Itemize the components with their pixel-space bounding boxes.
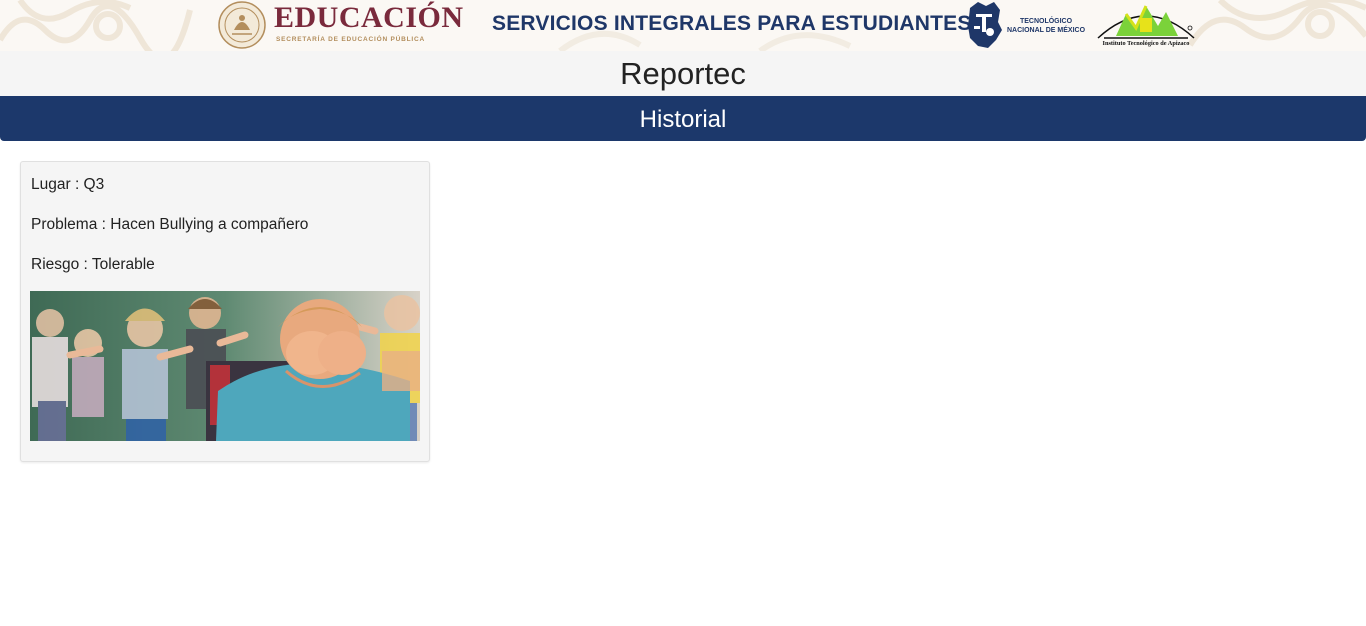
app-title-bar: Reportec: [0, 51, 1366, 96]
report-riesgo: Riesgo : Tolerable: [31, 256, 155, 273]
services-title: SERVICIOS INTEGRALES PARA ESTUDIANTES: [492, 12, 972, 35]
section-header: Historial: [0, 96, 1366, 141]
report-photo: [30, 291, 420, 441]
report-lugar: Lugar : Q3: [31, 176, 105, 193]
apizaco-name: Instituto Tecnológico de Apizaco: [1102, 40, 1190, 47]
mexico-seal-icon: [218, 1, 266, 49]
report-card: Lugar : Q3 Problema : Hacen Bullying a c…: [20, 161, 430, 462]
institutional-banner: EDUCACIÓN SECRETARÍA DE EDUCACIÓN PÚBLIC…: [0, 0, 1366, 51]
tecnm-text: TECNOLÓGICO NACIONAL DE MÉXICO: [1006, 17, 1086, 35]
report-photo-illustration: [30, 291, 420, 441]
sep-subtitle: SECRETARÍA DE EDUCACIÓN PÚBLICA: [276, 36, 426, 43]
tecnm-emblem-icon: [968, 2, 1002, 48]
app-title: Reportec: [620, 56, 746, 91]
report-problema: Problema : Hacen Bullying a compañero: [31, 216, 309, 233]
tecnm-line1: TECNOLÓGICO: [1019, 18, 1073, 25]
sep-title: EDUCACIÓN: [274, 1, 464, 34]
apizaco-logo: Instituto Tecnológico de Apizaco: [1096, 0, 1196, 51]
apizaco-emblem-icon: [1097, 5, 1195, 39]
tecnm-line2: NACIONAL DE MÉXICO: [1006, 27, 1086, 34]
sep-logo: EDUCACIÓN SECRETARÍA DE EDUCACIÓN PÚBLIC…: [216, 0, 472, 51]
tecnm-logo: TECNOLÓGICO NACIONAL DE MÉXICO: [966, 0, 1086, 51]
section-title: Historial: [639, 106, 727, 133]
